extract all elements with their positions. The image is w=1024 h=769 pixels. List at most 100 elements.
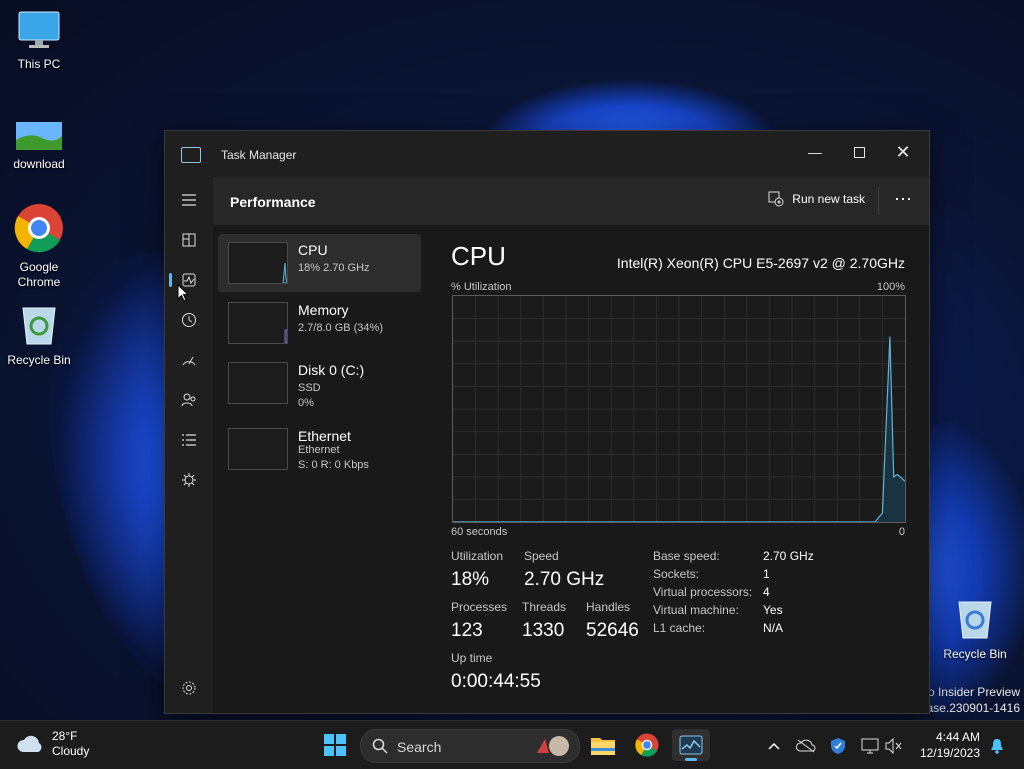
close-icon: ✕ [895, 141, 911, 162]
clock-date: 12/19/2023 [919, 746, 980, 760]
tray-security[interactable] [828, 736, 848, 756]
disk-thumbnail-graph [228, 362, 288, 404]
desktop-icon-label: Recycle Bin [943, 647, 1007, 661]
resource-subtext: SSD [298, 382, 321, 394]
spec-value: N/A [763, 621, 784, 635]
minimize-button[interactable]: — [793, 137, 837, 167]
utilization-label: Utilization [451, 549, 504, 563]
nav-details[interactable] [173, 425, 205, 455]
taskbar-task-manager[interactable] [672, 729, 710, 761]
spec-value: Yes [763, 603, 783, 617]
maximize-icon [853, 146, 865, 158]
resource-item-ethernet[interactable]: Ethernet Ethernet S: 0 R: 0 Kbps [218, 420, 421, 478]
task-manager-icon [679, 735, 703, 755]
mouse-cursor-icon [177, 284, 189, 302]
search-highlight-icon [537, 736, 569, 756]
desktop-icon-chrome[interactable]: Google Chrome [1, 203, 77, 290]
taskbar-clock[interactable]: 4:44 AM 12/19/2023 [920, 729, 980, 761]
speed-value: 2.70 GHz [524, 569, 605, 590]
resource-item-memory[interactable]: Memory 2.7/8.0 GB (34%) [218, 294, 421, 352]
spec-key: L1 cache: [653, 621, 706, 635]
graph-max-label: 100% [876, 281, 905, 293]
taskbar-chrome[interactable] [628, 729, 666, 761]
nav-app-history[interactable] [173, 305, 205, 335]
threads-label: Threads [522, 600, 567, 614]
uptime-label: Up time [451, 651, 493, 665]
weather-temp: 28°F [52, 729, 78, 743]
spec-key: Base speed: [653, 549, 720, 563]
hamburger-menu-button[interactable] [173, 185, 205, 215]
processes-icon [182, 233, 196, 247]
watermark-line: ro Insider Preview [923, 685, 1020, 699]
resource-subtext: Ethernet [298, 444, 340, 456]
show-hidden-icons-button[interactable] [764, 736, 784, 756]
settings-icon [182, 681, 196, 695]
taskbar: 28°F Cloudy Search 4:44 AM 12/19/2023 [0, 720, 1024, 769]
tray-onedrive[interactable] [796, 736, 816, 756]
run-task-icon [768, 191, 784, 207]
graph-time-label: 60 seconds [451, 526, 508, 538]
hamburger-icon [182, 194, 196, 206]
resource-subtext: 2.7/8.0 GB (34%) [298, 322, 383, 334]
recycle-bin-icon [1, 302, 77, 349]
resource-list: CPU 18% 2.70 GHz Memory 2.7/8.0 GB (34%)… [213, 225, 425, 713]
cloud-icon [17, 735, 42, 752]
desktop-icon-recycle-bin[interactable]: Recycle Bin [1, 302, 77, 367]
resource-name: Disk 0 (C:) [298, 362, 365, 378]
nav-services[interactable] [173, 465, 205, 495]
desktop-icon-label: This PC [17, 57, 61, 71]
weather-widget[interactable]: 28°F Cloudy [16, 729, 89, 759]
spec-key: Sockets: [653, 567, 700, 581]
desktop-icon-download[interactable]: download [1, 122, 77, 171]
services-icon [182, 473, 196, 487]
header-divider [878, 187, 879, 215]
watermark-line: ease.230901-1416 [919, 701, 1020, 715]
notifications-button[interactable] [987, 736, 1007, 756]
processes-value: 123 [451, 620, 483, 641]
chevron-up-icon [768, 742, 780, 750]
resource-item-disk[interactable]: Disk 0 (C:) SSD 0% [218, 354, 421, 412]
taskbar-file-explorer[interactable] [584, 729, 622, 761]
graph-y-label: % Utilization [451, 281, 512, 293]
nav-processes[interactable] [173, 225, 205, 255]
monitor-network-icon [861, 738, 879, 754]
tray-network[interactable] [860, 736, 880, 756]
close-button[interactable]: ✕ [881, 137, 925, 167]
spec-value: 1 [763, 567, 770, 581]
search-placeholder: Search [397, 739, 442, 755]
search-icon [372, 738, 388, 754]
cpu-detail-panel: CPU Intel(R) Xeon(R) CPU E5-2697 v2 @ 2.… [449, 225, 929, 713]
desktop-icon-label: Google Chrome [17, 260, 61, 289]
desktop-icon-this-pc[interactable]: This PC [1, 10, 77, 71]
folder-icon [591, 738, 615, 755]
details-icon [182, 434, 196, 446]
ethernet-thumbnail-graph [228, 428, 288, 470]
performance-body: CPU 18% 2.70 GHz Memory 2.7/8.0 GB (34%)… [213, 225, 929, 713]
desktop-icon-label: Recycle Bin [7, 353, 71, 367]
desktop-icon-recycle-bin-2[interactable]: Recycle Bin [937, 596, 1013, 661]
taskbar-search-box[interactable]: Search [360, 729, 580, 763]
cpu-graph-svg [453, 296, 906, 523]
resource-item-cpu[interactable]: CPU 18% 2.70 GHz [218, 234, 421, 292]
more-options-button[interactable]: ⋯ [894, 189, 913, 210]
run-new-task-button[interactable]: Run new task [768, 191, 865, 207]
shield-icon [831, 738, 845, 754]
spec-value: 4 [763, 585, 770, 599]
nav-startup-apps[interactable] [173, 345, 205, 375]
processes-label: Processes [451, 600, 508, 614]
nav-settings[interactable] [173, 673, 205, 703]
start-button[interactable] [316, 729, 354, 761]
maximize-button[interactable] [837, 137, 881, 167]
monitor-icon [1, 10, 77, 53]
recycle-bin-icon [937, 596, 1013, 643]
nav-users[interactable] [173, 385, 205, 415]
tray-volume[interactable] [884, 736, 904, 756]
resource-subtext: 0% [298, 397, 314, 409]
title-bar[interactable]: Task Manager — ✕ [165, 131, 929, 177]
window-title: Task Manager [221, 148, 297, 162]
spec-key: Virtual processors: [653, 585, 753, 599]
users-icon [181, 393, 196, 407]
page-header: Performance Run new task ⋯ [213, 177, 929, 225]
volume-muted-icon [885, 738, 902, 754]
clock-time: 4:44 AM [935, 730, 980, 744]
